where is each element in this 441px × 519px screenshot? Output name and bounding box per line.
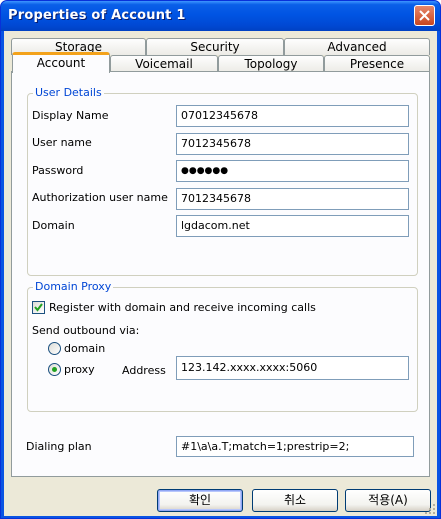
account-panel: User Details Display Name 07012345678 Us… bbox=[11, 71, 430, 477]
domain-label: Domain bbox=[32, 219, 75, 232]
dialog-window: Properties of Account 1 Storage Security… bbox=[0, 0, 441, 519]
display-name-label: Display Name bbox=[32, 109, 109, 122]
auth-user-label: Authorization user name bbox=[32, 191, 168, 204]
tab-security[interactable]: Security bbox=[146, 38, 284, 55]
cancel-button[interactable]: 취소 bbox=[252, 489, 338, 512]
title-bar[interactable]: Properties of Account 1 bbox=[1, 1, 440, 31]
resize-grip-icon[interactable] bbox=[424, 503, 436, 515]
dialing-plan-label: Dialing plan bbox=[26, 440, 92, 453]
proxy-radio[interactable] bbox=[48, 363, 61, 376]
auth-user-field[interactable]: 7012345678 bbox=[176, 188, 409, 210]
user-name-label: User name bbox=[32, 136, 92, 149]
tab-voicemail[interactable]: Voicemail bbox=[110, 55, 218, 72]
domain-field[interactable]: lgdacom.net bbox=[176, 215, 409, 237]
address-label: Address bbox=[122, 364, 166, 377]
tab-topology[interactable]: Topology bbox=[218, 55, 324, 72]
domain-radio[interactable] bbox=[48, 342, 61, 355]
ok-button[interactable]: 확인 bbox=[157, 489, 243, 512]
register-label[interactable]: Register with domain and receive incomin… bbox=[49, 301, 316, 314]
tab-advanced[interactable]: Advanced bbox=[284, 38, 430, 55]
tab-presence[interactable]: Presence bbox=[324, 55, 430, 72]
dialing-plan-field[interactable]: #1\a\a.T;match=1;prestrip=2; bbox=[176, 436, 414, 457]
radio-selected-dot bbox=[52, 367, 57, 372]
address-field[interactable]: 123.142.xxxx.xxxx:5060 bbox=[176, 356, 409, 380]
register-checkbox[interactable] bbox=[32, 301, 45, 314]
dialog-client: Storage Security Advanced Account Voicem… bbox=[4, 31, 437, 516]
close-icon bbox=[419, 10, 430, 21]
proxy-radio-label[interactable]: proxy bbox=[64, 363, 95, 376]
user-details-title: User Details bbox=[33, 86, 104, 99]
domain-radio-label[interactable]: domain bbox=[64, 342, 105, 355]
apply-button[interactable]: 적용(A) bbox=[345, 489, 431, 512]
user-name-field[interactable]: 7012345678 bbox=[176, 133, 409, 155]
send-via-label: Send outbound via: bbox=[32, 324, 140, 337]
window-title: Properties of Account 1 bbox=[8, 8, 186, 23]
domain-proxy-title: Domain Proxy bbox=[33, 280, 114, 293]
password-label: Password bbox=[32, 164, 84, 177]
password-field[interactable]: ●●●●●● bbox=[176, 160, 409, 182]
close-button[interactable] bbox=[414, 5, 435, 26]
tab-account[interactable]: Account bbox=[12, 52, 110, 73]
checkmark-icon bbox=[34, 303, 43, 312]
display-name-field[interactable]: 07012345678 bbox=[176, 105, 409, 127]
